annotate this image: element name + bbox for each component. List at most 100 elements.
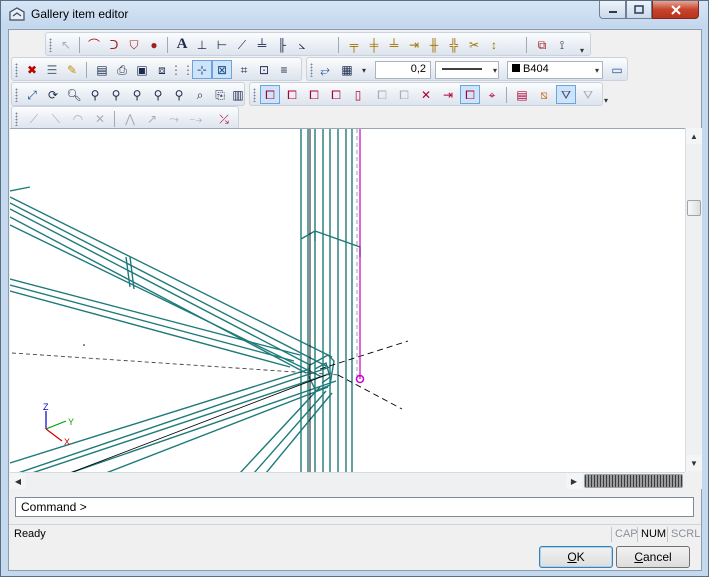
align-icon[interactable]: ≡ bbox=[274, 60, 294, 79]
join-icon[interactable]: ╬ bbox=[444, 35, 464, 54]
filter-on-icon[interactable]: ▤ bbox=[512, 85, 532, 104]
pan-icon[interactable]: ⚲ bbox=[169, 85, 189, 104]
minimize-button[interactable] bbox=[599, 1, 626, 19]
horizontal-scrollbar[interactable]: ◀ ▶ bbox=[10, 472, 685, 489]
align-bottom-icon[interactable]: ╧ bbox=[384, 35, 404, 54]
move-icon[interactable]: ⤢ bbox=[22, 85, 42, 104]
arc-icon[interactable]: ⌒ bbox=[84, 35, 104, 54]
close-button[interactable] bbox=[652, 1, 699, 19]
arc-3pt-icon[interactable]: ◠ bbox=[68, 109, 88, 128]
select-cross-icon[interactable]: ⧠ bbox=[282, 85, 302, 104]
save-all-icon[interactable]: ⧈ bbox=[152, 60, 172, 79]
extend-icon[interactable]: ↕ bbox=[484, 35, 504, 54]
shape-icon[interactable]: ⛉ bbox=[124, 35, 144, 54]
dimension-angle-icon[interactable]: ⦣ bbox=[292, 35, 312, 54]
split-icon[interactable]: ╫ bbox=[424, 35, 444, 54]
measure-icon[interactable]: ⟟ bbox=[552, 35, 572, 54]
delete-icon[interactable]: ✖ bbox=[22, 60, 42, 79]
curve-icon[interactable]: ↗ bbox=[142, 109, 162, 128]
toolbar-grip[interactable] bbox=[15, 112, 18, 126]
toolbar-grip[interactable] bbox=[49, 38, 52, 52]
deselect-icon[interactable]: ⧠ bbox=[394, 85, 414, 104]
group-icon[interactable]: ⧉ bbox=[532, 35, 552, 54]
snap-delete-icon[interactable]: ⤰ bbox=[214, 109, 234, 128]
align-top-icon[interactable]: ╤ bbox=[344, 35, 364, 54]
filter-off-icon[interactable]: ⛛ bbox=[556, 85, 576, 104]
select-window-icon[interactable]: ⧠ bbox=[260, 85, 280, 104]
circle-icon[interactable]: ● bbox=[144, 35, 164, 54]
line-icon[interactable]: ⟋ bbox=[24, 109, 44, 128]
properties-icon[interactable]: ▤ bbox=[92, 60, 112, 79]
frame-fit-icon[interactable]: ⊡ bbox=[254, 60, 274, 79]
cursor-arrow-icon[interactable]: ↖ bbox=[56, 35, 76, 54]
select-highlight-icon[interactable]: ⇥ bbox=[438, 85, 458, 104]
zoom-previous-icon[interactable]: ⚲ bbox=[148, 85, 168, 104]
wave-icon[interactable]: ⤍ bbox=[186, 109, 206, 128]
dimension-vertical-icon[interactable]: ⊢ bbox=[212, 35, 232, 54]
line-2-icon[interactable]: ⟍ bbox=[46, 109, 66, 128]
scroll-down-icon[interactable]: ▼ bbox=[686, 455, 702, 471]
polyline-2-icon[interactable]: ⋀ bbox=[120, 109, 140, 128]
frame-icon[interactable]: ⌗ bbox=[234, 60, 254, 79]
structure-drawing: Z Y X bbox=[10, 129, 409, 472]
line-width-field[interactable]: 0,2 bbox=[375, 61, 431, 79]
select-point-icon[interactable]: ⧠ bbox=[460, 85, 480, 104]
dimension-horizontal-icon[interactable]: ⊥ bbox=[192, 35, 212, 54]
trim-icon[interactable]: ✂ bbox=[464, 35, 484, 54]
select-all-icon[interactable]: ▥ bbox=[228, 85, 248, 104]
select-invert-icon[interactable]: ⧠ bbox=[326, 85, 346, 104]
command-line[interactable]: Command > bbox=[15, 497, 694, 517]
pen-icon[interactable]: ✎ bbox=[62, 60, 82, 79]
drawing-viewport[interactable]: Z Y X bbox=[10, 128, 685, 472]
layer-icon[interactable]: ☰ bbox=[42, 60, 62, 79]
color-dropdown[interactable]: ▾ bbox=[589, 61, 605, 79]
distribute-icon[interactable]: ⇥ bbox=[404, 35, 424, 54]
zoom-in-icon[interactable]: 🔍︎ bbox=[64, 85, 84, 104]
toolbar-grip[interactable] bbox=[15, 63, 18, 77]
scroll-left-icon[interactable]: ◀ bbox=[10, 473, 26, 489]
toolbar-grip[interactable] bbox=[310, 63, 313, 77]
zoom-out-icon[interactable]: ⚲ bbox=[85, 85, 105, 104]
text-icon[interactable]: A bbox=[172, 35, 192, 54]
print-preview-icon[interactable]: ⎙ bbox=[112, 60, 132, 79]
filter-edit-icon[interactable]: ⧅ bbox=[534, 85, 554, 104]
dimension-baseline-icon[interactable]: ╧ bbox=[252, 35, 272, 54]
dimension-ordinate-icon[interactable]: ╟ bbox=[272, 35, 292, 54]
layout-icon[interactable]: ▭ bbox=[607, 60, 627, 79]
color-palette-dropdown[interactable]: ▾ bbox=[356, 61, 372, 79]
toolbar-grip[interactable] bbox=[253, 88, 256, 102]
redraw-icon[interactable]: ⎘ bbox=[210, 85, 230, 104]
line-style-icon[interactable]: ⥂ bbox=[315, 60, 335, 79]
dimension-aligned-icon[interactable]: ⟋ bbox=[232, 35, 252, 54]
vertical-scroll-thumb[interactable] bbox=[687, 200, 701, 216]
scroll-right-icon[interactable]: ▶ bbox=[566, 473, 582, 489]
zoom-selection-icon[interactable]: ⌕ bbox=[190, 85, 210, 104]
select-filter-icon[interactable]: ⧠ bbox=[304, 85, 324, 104]
zoom-window-icon[interactable]: ⚲ bbox=[106, 85, 126, 104]
save-icon[interactable]: ▣ bbox=[132, 60, 152, 79]
snap-icon[interactable]: ⊹ bbox=[192, 60, 212, 79]
select-layer-icon[interactable]: ▯ bbox=[348, 85, 368, 104]
snap-grid-icon[interactable]: ⊠ bbox=[212, 60, 232, 79]
filter-disabled-icon[interactable]: ⛛ bbox=[578, 85, 598, 104]
select-type-icon[interactable]: ⧠ bbox=[372, 85, 392, 104]
toolbar-grip[interactable] bbox=[15, 88, 18, 102]
line-type-dropdown[interactable]: ▾ bbox=[487, 61, 503, 79]
horizontal-scroll-thumb[interactable] bbox=[584, 474, 683, 488]
grid-icon[interactable]: ⋮⋮ bbox=[170, 60, 194, 79]
polyline-icon[interactable]: ᑐ bbox=[104, 35, 124, 54]
align-center-icon[interactable]: ╪ bbox=[364, 35, 384, 54]
select-previous-icon[interactable]: ✕ bbox=[416, 85, 436, 104]
ok-button[interactable]: OK bbox=[539, 546, 613, 568]
color-palette-icon[interactable]: ▦ bbox=[337, 60, 357, 79]
cancel-button[interactable]: Cancel bbox=[616, 546, 690, 568]
rotate-3d-icon[interactable]: ⟳ bbox=[43, 85, 63, 104]
snap-point-icon[interactable]: ⌖ bbox=[482, 85, 502, 104]
zoom-extents-icon[interactable]: ⚲ bbox=[127, 85, 147, 104]
cross-icon[interactable]: ✕ bbox=[90, 109, 110, 128]
spline-icon[interactable]: ⤳ bbox=[164, 109, 184, 128]
title-bar[interactable]: Gallery item editor bbox=[1, 1, 708, 27]
maximize-button[interactable] bbox=[626, 1, 652, 19]
vertical-scrollbar[interactable]: ▲ ▼ bbox=[685, 128, 702, 472]
scroll-up-icon[interactable]: ▲ bbox=[686, 128, 702, 144]
